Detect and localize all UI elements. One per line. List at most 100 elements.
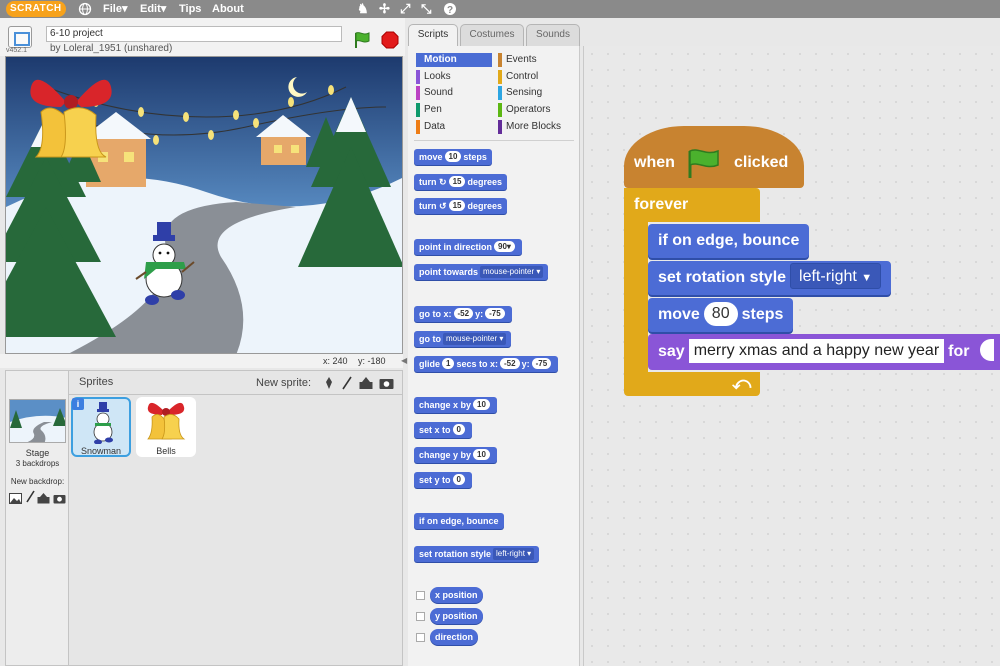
sprite-info-icon[interactable]: i <box>72 398 84 410</box>
forever-block-arm <box>624 222 648 372</box>
menu-bar: SCRATCH File▾ Edit▾ Tips About ♞ ✢ ⤢ ⤡ ? <box>0 0 1000 18</box>
hat-when-label: when <box>634 154 675 171</box>
say-seconds-input[interactable] <box>979 339 994 361</box>
stage-thumbnail[interactable] <box>9 399 66 443</box>
collapse-arrow-icon[interactable]: ◀ <box>401 356 407 368</box>
svg-text:?: ? <box>447 5 453 16</box>
tips-menu[interactable]: Tips <box>179 0 201 18</box>
project-title-input[interactable]: 6-10 project <box>46 26 342 42</box>
block-set-x[interactable]: set x to 0 <box>414 422 472 438</box>
sprite-tile-snowman[interactable]: i Snowman <box>71 397 131 457</box>
block-move-steps[interactable]: move 10 steps <box>414 149 492 165</box>
scissors-icon[interactable]: ✢ <box>379 0 390 18</box>
block-turn-right[interactable]: turn ↻ 15 degrees <box>414 174 507 190</box>
category-pen[interactable]: Pen <box>416 103 492 117</box>
block-go-to-xy[interactable]: go to x: -52 y: -75 <box>414 306 512 322</box>
editor-tabs: Scripts Costumes Sounds <box>408 24 583 46</box>
green-flag-icon <box>688 149 719 178</box>
category-control[interactable]: Control <box>498 70 574 84</box>
version-label: v452.1 <box>6 47 28 54</box>
hat-clicked-label: clicked <box>734 154 789 171</box>
file-menu[interactable]: File▾ <box>103 0 127 18</box>
sprite-name-snowman: Snowman <box>80 446 122 456</box>
stage-canvas[interactable] <box>5 56 403 354</box>
project-owner: by Loleral_1951 (unshared) <box>50 43 173 54</box>
scratch-logo[interactable]: SCRATCH <box>6 1 66 17</box>
category-motion[interactable]: Motion <box>416 53 492 67</box>
category-events[interactable]: Events <box>498 53 574 67</box>
category-operators[interactable]: Operators <box>498 103 574 117</box>
reporter-y-position[interactable]: y position <box>430 608 483 624</box>
block-if-on-edge-bounce[interactable]: if on edge, bounce <box>414 513 504 529</box>
brush-icon[interactable] <box>25 490 35 508</box>
category-sound[interactable]: Sound <box>416 86 492 100</box>
stamp-icon[interactable]: ♞ <box>357 0 369 18</box>
mouse-y-readout: y: -180 <box>358 356 386 366</box>
tab-costumes[interactable]: Costumes <box>460 24 524 46</box>
block-turn-left[interactable]: turn ↺ 15 degrees <box>414 198 507 214</box>
forever-block[interactable]: forever <box>624 188 760 222</box>
rotate-cw-icon: ↻ <box>439 177 447 187</box>
stage-label: Stage <box>25 448 50 458</box>
sprite-pane: Stage 3 backdrops New backdrop: Sprites … <box>5 370 403 666</box>
reporter-x-position[interactable]: x position <box>430 587 483 603</box>
upload-backdrop-icon[interactable] <box>37 491 50 509</box>
forever-block-foot: ⤺ <box>624 372 760 396</box>
category-more-blocks[interactable]: More Blocks <box>498 120 574 134</box>
move-steps-input[interactable]: 80 <box>703 302 738 326</box>
say-text-input[interactable]: merry xmas and a happy new year <box>688 339 945 363</box>
block-change-y[interactable]: change y by 10 <box>414 447 497 463</box>
upload-sprite-icon[interactable] <box>359 376 373 395</box>
edit-menu[interactable]: Edit▾ <box>140 0 166 18</box>
paint-sprite-icon[interactable] <box>341 376 353 395</box>
palette-divider <box>414 140 574 141</box>
block-change-x[interactable]: change x by 10 <box>414 397 497 413</box>
paint-backdrop-icon[interactable] <box>9 491 22 509</box>
camera-backdrop-icon[interactable] <box>53 491 66 509</box>
sprite-tile-bells[interactable]: Bells <box>136 397 196 457</box>
green-flag-icon[interactable] <box>353 31 371 49</box>
mouse-x-readout: x: 240 <box>323 356 348 366</box>
script-area[interactable]: when clicked forever ⤺ if on edge, bounc… <box>583 46 1000 666</box>
scratch-editor: SCRATCH File▾ Edit▾ Tips About ♞ ✢ ⤢ ⤡ ?… <box>0 0 1000 666</box>
about-menu[interactable]: About <box>212 0 244 18</box>
help-icon[interactable]: ? <box>443 0 457 23</box>
new-sprite-label: New sprite: <box>256 377 312 389</box>
category-data[interactable]: Data <box>416 120 492 134</box>
presentation-mode-button[interactable] <box>8 26 32 48</box>
rotation-style-dropdown[interactable]: left-right ▼ <box>790 263 882 289</box>
stage-backdrops-count: 3 backdrops <box>15 459 60 468</box>
block-point-towards[interactable]: point towards mouse-pointer ▾ <box>414 264 549 280</box>
rotate-ccw-icon: ↺ <box>439 201 447 211</box>
sprite-library-icon[interactable] <box>322 376 336 395</box>
block-glide[interactable]: glide 1 secs to x: -52 y: -75 <box>414 356 559 372</box>
shrink-icon[interactable]: ⤡ <box>421 0 431 18</box>
block-go-to[interactable]: go to mouse-pointer ▾ <box>414 331 512 347</box>
tab-scripts[interactable]: Scripts <box>408 24 458 46</box>
stage-header: v452.1 6-10 project by Loleral_1951 (uns… <box>0 18 405 56</box>
sprite-name-bells: Bells <box>156 446 176 456</box>
sprites-heading: Sprites <box>79 376 114 388</box>
x-position-checkbox[interactable] <box>416 591 425 600</box>
tab-sounds[interactable]: Sounds <box>526 24 580 46</box>
block-point-in-direction[interactable]: point in direction 90▾ <box>414 239 522 255</box>
script-say-block[interactable]: say merry xmas and a happy new year for <box>648 334 1000 370</box>
stop-sign-icon[interactable] <box>381 31 399 49</box>
category-sensing[interactable]: Sensing <box>498 86 574 100</box>
grow-icon[interactable]: ⤢ <box>400 0 410 18</box>
sprites-header: Sprites New sprite: <box>69 371 402 395</box>
block-set-y[interactable]: set y to 0 <box>414 472 472 488</box>
camera-sprite-icon[interactable] <box>379 376 394 395</box>
direction-checkbox[interactable] <box>416 633 425 642</box>
category-looks[interactable]: Looks <box>416 70 492 84</box>
block-set-rotation-style[interactable]: set rotation style left-right ▾ <box>414 546 540 562</box>
block-palette: Motion Events Looks Control Sound Sensin… <box>408 46 580 666</box>
when-flag-clicked-block[interactable]: when clicked <box>624 126 804 188</box>
reporter-direction[interactable]: direction <box>430 629 479 645</box>
script-move-steps[interactable]: move 80 steps <box>648 298 794 332</box>
script-set-rotation-style[interactable]: set rotation style left-right ▼ <box>648 261 892 295</box>
script-if-on-edge-bounce[interactable]: if on edge, bounce <box>648 224 810 258</box>
y-position-checkbox[interactable] <box>416 612 425 621</box>
dropdown-arrow-icon: ▼ <box>861 272 873 284</box>
stage-selector[interactable]: Stage 3 backdrops New backdrop: <box>6 371 69 665</box>
